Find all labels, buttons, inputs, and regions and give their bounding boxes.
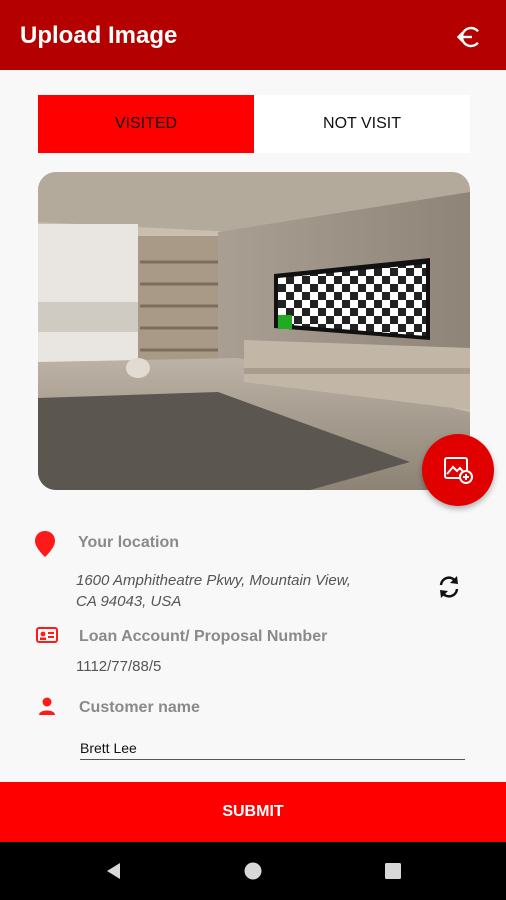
recents-icon[interactable]	[383, 861, 403, 881]
add-photo-button[interactable]	[422, 434, 494, 506]
refresh-icon[interactable]	[436, 574, 462, 600]
home-icon[interactable]	[243, 861, 263, 881]
visited-option[interactable]: VISITED	[38, 95, 254, 153]
loan-label: Loan Account/ Proposal Number	[79, 628, 328, 645]
not-visit-option[interactable]: NOT VISIT	[254, 95, 470, 153]
system-nav-bar	[0, 842, 506, 900]
logout-icon[interactable]	[455, 22, 485, 52]
back-icon[interactable]	[104, 861, 124, 881]
submit-button[interactable]: SUBMIT	[0, 782, 506, 842]
uploaded-photo[interactable]	[38, 172, 470, 490]
person-icon	[38, 697, 56, 720]
customer-name-input[interactable]: Brett Lee	[80, 734, 465, 760]
add-photo-icon	[444, 457, 473, 484]
visit-toggle: VISITED NOT VISIT	[38, 95, 470, 153]
customer-label: Customer name	[79, 699, 200, 716]
page-title: Upload Image	[20, 22, 178, 49]
location-pin-icon	[34, 530, 56, 563]
location-label: Your location	[78, 534, 180, 551]
app-bar: Upload Image	[0, 0, 506, 70]
location-address: 1600 Amphitheatre Pkwy, Mountain View, C…	[76, 572, 351, 610]
id-card-icon	[36, 627, 58, 648]
loan-value: 1112/77/88/5	[76, 658, 162, 675]
